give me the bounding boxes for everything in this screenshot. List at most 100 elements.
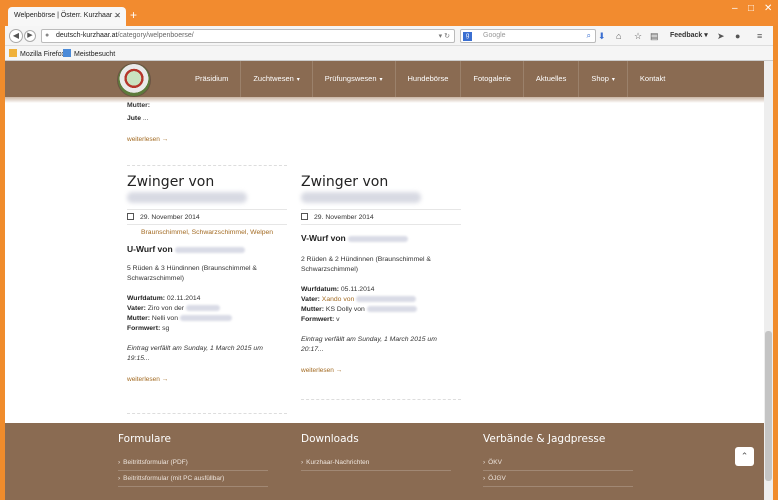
formwert-label: Formwert: [301,316,335,323]
page-viewport: Präsidium Zuchtwesen ▾ Prüfungswesen ▾ Hun… [5,61,764,500]
post-heading: V-Wurf von [301,233,461,243]
calendar-icon [127,213,134,220]
footer-column-formulare: Formulare Beitrittsformular (PDF) Beitri… [118,433,268,487]
litter-info: 2 Rüden & 2 Hündinnen (Braunschimmel & S… [301,256,431,273]
google-icon[interactable]: g [463,32,472,41]
hamburger-menu-icon[interactable]: ≡ [757,29,762,43]
close-window-icon[interactable]: ✕ [764,4,772,14]
post-tags[interactable]: Braunschimmel, Schwarzschimmel, Welpen [141,229,287,236]
post-meta: 29. November 2014 [127,209,287,225]
bookmark-meistbesucht[interactable]: Meistbesucht [63,49,115,58]
post-card: Zwinger von 29. November 2014 Braunschim… [127,174,287,383]
redacted-name [348,235,409,242]
footer-heading: Formulare [118,433,172,445]
chat-icon[interactable]: ● [735,29,740,43]
feedback-button[interactable]: Feedback ▾ [670,29,708,43]
post-title[interactable]: Zwinger von [301,174,461,190]
footer-link[interactable]: Beitrittsformular (mit PC ausfüllbar) [118,471,268,487]
search-icon[interactable]: ⌕ [587,31,591,41]
home-icon[interactable]: ⌂ [616,29,621,43]
calendar-icon [301,213,308,220]
menu-item-zuchtwesen[interactable]: Zuchtwesen ▾ [240,61,311,97]
read-more-link[interactable]: weiterlesen → [127,376,287,383]
mutter-label: Mutter: [301,306,325,313]
post-date: 29. November 2014 [314,214,374,221]
menu-label: Fotogalerie [473,74,511,83]
redacted-kennel-name [301,192,421,203]
feedback-label: Feedback [670,32,703,39]
menu-label: Zuchtwesen [253,74,294,83]
post-date: 29. November 2014 [140,214,200,221]
formwert-row: Formwert: sg [127,324,287,334]
site-logo[interactable] [117,63,151,97]
main-content: Mutter: Jute ... weiterlesen → Zwinger v… [5,97,764,423]
menu-label: Präsidium [195,74,229,83]
download-icon[interactable]: ⬇ [598,29,606,43]
mutter-value: Nelli von [151,315,178,322]
mutter-value: KS Dolly von [325,306,365,313]
send-icon[interactable]: ➤ [717,29,725,43]
menu-item-fotogalerie[interactable]: Fotogalerie [460,61,523,97]
menu-label: Shop [591,74,609,83]
search-placeholder: Google [483,32,506,39]
reload-icon[interactable]: ▾ ↻ [439,32,450,40]
scrollbar-thumb[interactable] [765,331,772,481]
url-bar[interactable]: ● deutsch-kurzhaar.at/category/welpenboe… [41,29,455,43]
bookmark-mozilla-firefox[interactable]: Mozilla Firefox [9,49,65,58]
folder-icon [9,49,17,57]
wurfdatum-row: Wurfdatum: 05.11.2014 [301,285,461,295]
scrollbar[interactable] [764,61,773,500]
bookmark-label: Mozilla Firefox [20,51,66,58]
search-input[interactable]: g Google ⌕ [460,29,596,43]
globe-icon: ● [45,32,50,39]
browser-tab[interactable]: Welpenbörse | Österr. Kurzhaar ... ✕ [8,7,126,26]
bookmark-star-icon[interactable]: ☆ [634,29,642,43]
url-domain: deutsch-kurzhaar.at [56,32,118,39]
bookmarks-menu-icon[interactable]: ▤ [650,29,659,43]
bookmark-label: Meistbesucht [74,51,116,58]
footer-column-downloads: Downloads Kurzhaar-Nachrichten [301,433,451,471]
menu-item-aktuelles[interactable]: Aktuelles [522,61,578,97]
menu-item-kontakt[interactable]: Kontakt [626,61,677,97]
post-meta: 29. November 2014 [301,209,461,225]
redacted-kennel-name [127,192,247,203]
redacted-name [179,315,232,322]
vater-value[interactable]: Xando von [322,296,355,303]
title-bar: Welpenbörse | Österr. Kurzhaar ... ✕ + –… [0,0,778,26]
mutter-row: Mutter: KS Dolly von [301,305,461,315]
site-footer: Formulare Beitrittsformular (PDF) Beitri… [5,423,764,500]
footer-link[interactable]: Kurzhaar-Nachrichten [301,455,451,471]
tab-close-icon[interactable]: ✕ [114,11,121,20]
footer-link[interactable]: ÖJGV [483,471,633,487]
footer-link[interactable]: ÖKV [483,455,633,471]
tab-title: Welpenbörse | Österr. Kurzhaar ... [14,12,120,19]
maximize-icon[interactable]: □ [748,4,754,14]
formwert-value: v [336,316,340,323]
menu-item-hundeboerse[interactable]: Hundebörse [394,61,461,97]
bookmarks-toolbar: Mozilla Firefox Meistbesucht [5,46,773,61]
post-title[interactable]: Zwinger von [127,174,287,190]
formwert-value: sg [162,325,170,332]
menu-label: Hundebörse [407,74,449,83]
divider [127,413,287,414]
mutter-value: Jute [127,115,141,122]
wurfdatum-value: 05.11.2014 [340,286,375,293]
menu-item-pruefungswesen[interactable]: Prüfungswesen ▾ [311,61,395,97]
vater-row: Vater: Ziro von der [127,304,287,314]
mutter-label: Mutter: [127,102,151,109]
wurfdatum-label: Wurfdatum: [301,286,340,293]
forward-button[interactable]: ▶ [24,30,36,42]
back-button[interactable]: ◀ [9,29,23,43]
previous-post: Mutter: Jute ... weiterlesen → [127,101,287,143]
read-more-link[interactable]: weiterlesen → [127,136,287,143]
wurfdatum-row: Wurfdatum: 02.11.2014 [127,294,287,304]
menu-item-shop[interactable]: Shop ▾ [578,61,627,97]
scroll-to-top-button[interactable]: ⌃ [735,447,754,466]
minimize-icon[interactable]: – [732,4,738,14]
post-heading: U-Wurf von [127,244,287,254]
menu-item-praesidium[interactable]: Präsidium [183,61,240,97]
new-tab-button[interactable]: + [130,9,137,21]
footer-link[interactable]: Beitrittsformular (PDF) [118,455,268,471]
litter-info: 5 Rüden & 3 Hündinnen (Braunschimmel & S… [127,265,257,282]
read-more-link[interactable]: weiterlesen → [301,367,461,374]
